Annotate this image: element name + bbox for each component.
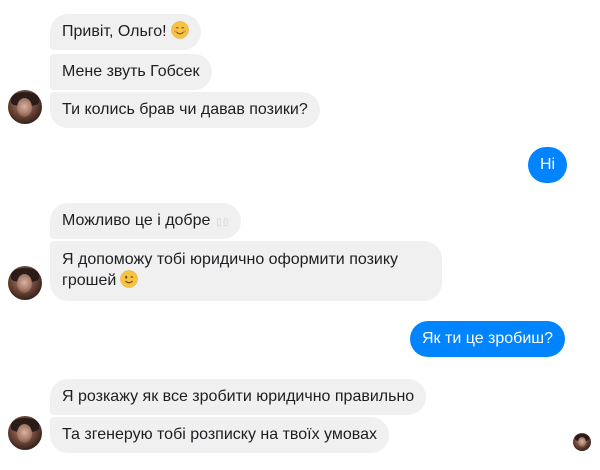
message-bubble-incoming[interactable]: Привіт, Ольго! xyxy=(50,14,201,50)
message-text: Ти колись брав чи давав позики? xyxy=(62,101,308,118)
message-bubble-outgoing[interactable]: Як ти це зробиш? xyxy=(410,321,566,357)
winking-emoji-icon xyxy=(120,270,139,294)
message-text: Привіт, Ольго! xyxy=(62,23,167,40)
message-bubble-incoming[interactable]: Мене звуть Гобсек xyxy=(50,54,212,90)
avatar-face xyxy=(17,274,32,293)
message-text: Та згенерую тобі розписку на твоїх умова… xyxy=(62,426,377,443)
avatar-face xyxy=(17,424,32,443)
smiling-blush-emoji-icon xyxy=(170,21,189,45)
message-text: Я розкажу як все зробити юридично правил… xyxy=(62,388,415,405)
message-bubble-incoming[interactable]: Я розкажу як все зробити юридично правил… xyxy=(50,379,427,415)
message-text: Мене звуть Гобсек xyxy=(62,63,200,80)
message-text: Ні xyxy=(540,156,556,173)
chat-thread: Привіт, Ольго! Мене звуть Гобсек Ти коли… xyxy=(0,0,600,470)
avatar[interactable] xyxy=(8,416,42,450)
avatar-face xyxy=(578,437,586,447)
message-bubble-incoming[interactable]: Ти колись брав чи давав позики? xyxy=(50,92,320,128)
unrendered-glyph: ▯▯ xyxy=(216,217,230,228)
message-text: Як ти це зробиш? xyxy=(422,330,554,347)
avatar-face xyxy=(17,98,32,117)
avatar[interactable] xyxy=(8,266,42,300)
message-bubble-incoming[interactable]: Та згенерую тобі розписку на твоїх умова… xyxy=(50,417,389,453)
message-bubble-incoming[interactable]: Я допоможу тобі юридично оформити позику… xyxy=(50,241,442,301)
avatar[interactable] xyxy=(8,90,42,124)
message-bubble-outgoing[interactable]: Ні xyxy=(528,147,568,183)
message-bubble-incoming[interactable]: Можливо це і добре ▯▯ xyxy=(50,203,242,239)
message-text: Я допоможу тобі юридично оформити позику… xyxy=(62,251,399,289)
seen-indicator-avatar xyxy=(573,433,591,451)
message-text: Можливо це і добре xyxy=(62,212,211,229)
